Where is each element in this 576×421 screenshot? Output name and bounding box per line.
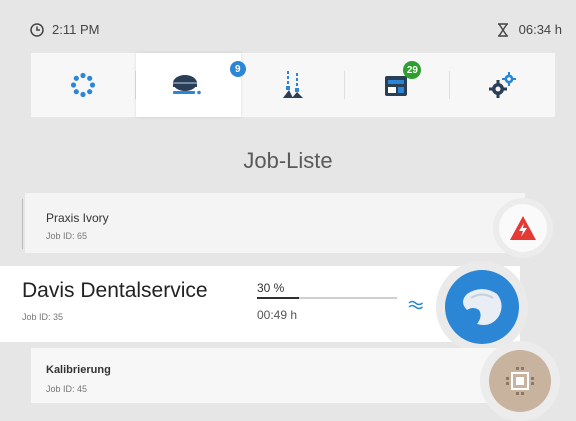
progress-fill	[257, 297, 299, 299]
clock-time: 2:11 PM	[52, 22, 100, 37]
job-id: Job ID: 35	[22, 312, 64, 322]
tab-tools[interactable]	[241, 53, 346, 117]
machine-count-badge: 29	[403, 61, 422, 79]
coolant-wave-icon	[408, 300, 423, 310]
tab-material[interactable]: 9	[135, 53, 246, 117]
clock-icon	[30, 22, 44, 37]
clock: 2:11 PM	[30, 22, 99, 37]
job-status-button[interactable]	[436, 261, 528, 353]
job-name: Kalibrierung	[46, 364, 111, 376]
job-id: Job ID: 45	[46, 384, 88, 394]
tab-dots[interactable]	[31, 53, 136, 117]
timer-value: 06:34 h	[518, 22, 562, 37]
material-disc-icon	[173, 75, 201, 95]
job-name: Davis Dentalservice	[22, 279, 208, 302]
remaining-time: 00:49 h	[257, 308, 298, 322]
job-status-button[interactable]	[493, 198, 553, 258]
job-status-button[interactable]	[480, 341, 560, 421]
main-nav-tabs: 9 29	[31, 53, 555, 117]
timer: 06:34 h	[497, 22, 562, 37]
progress-percent: 30 %	[257, 281, 285, 295]
error-warning-icon	[510, 216, 536, 240]
progress-bar	[257, 297, 397, 299]
settings-gears-icon	[488, 72, 516, 98]
job-name: Praxis Ivory	[46, 211, 109, 225]
crown-restoration-icon	[463, 289, 502, 325]
hourglass-icon	[497, 22, 508, 37]
status-bar: 2:11 PM 06:34 h	[0, 0, 576, 50]
job-id: Job ID: 65	[46, 231, 88, 241]
tab-machine[interactable]: 29	[345, 53, 451, 117]
milling-tools-icon	[282, 71, 303, 98]
tab-settings[interactable]	[450, 53, 555, 117]
calibration-block-icon	[506, 367, 534, 395]
page-title: Job-Liste	[243, 148, 333, 173]
dots-ring-icon	[71, 72, 96, 98]
